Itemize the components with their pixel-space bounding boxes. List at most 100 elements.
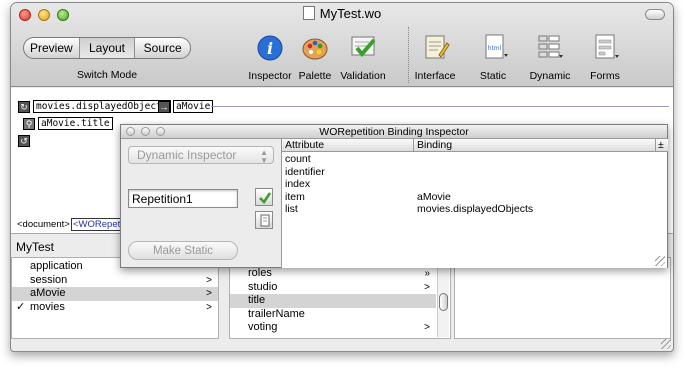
attribute-cell: count — [285, 153, 311, 165]
make-static-button[interactable]: Make Static — [128, 241, 238, 260]
list-item[interactable]: session > — [12, 274, 218, 288]
table-row[interactable]: identifier — [285, 166, 655, 179]
document-icon — [302, 6, 315, 20]
item-binding[interactable]: aMovie — [173, 100, 214, 113]
list-item-label: aMovie — [30, 287, 66, 299]
interface-toolbar-item[interactable]: Interface — [411, 33, 459, 82]
table-row[interactable]: list movies.displayedObjects — [285, 203, 655, 216]
chevron-right-icon: > — [424, 322, 430, 333]
validation-label: Validation — [340, 70, 386, 82]
document-icon — [260, 214, 270, 227]
attribute-cell: identifier — [285, 165, 325, 178]
table-row[interactable]: item aMovie — [285, 191, 655, 204]
inspector-title: WORepetition Binding Inspector — [319, 126, 469, 138]
binding-cell[interactable]: movies.displayedObjects — [417, 203, 533, 215]
list-item[interactable]: studio > — [230, 281, 436, 295]
chevron-right-icon: > — [206, 288, 212, 299]
window-title-text: MyTest.wo — [319, 6, 382, 21]
attribute-cell: list — [285, 203, 298, 216]
repetition-line — [211, 106, 669, 107]
toolbar-toggle-button[interactable] — [645, 9, 665, 20]
list-item-label: application — [30, 260, 83, 272]
chevron-right-icon: > — [424, 281, 430, 293]
attribute-cell: item — [285, 190, 305, 203]
bindings-rows: count identifier index item aMovie list mo… — [285, 153, 655, 216]
column-scrollbar[interactable] — [437, 259, 449, 337]
inspector-label: Inspector — [248, 70, 292, 82]
interface-label: Interface — [414, 70, 456, 82]
forms-label: Forms — [590, 70, 620, 82]
list-item-label: title — [248, 294, 266, 306]
preview-button[interactable]: Preview — [24, 38, 80, 58]
updown-arrows-icon: ▲ ▼ — [260, 148, 268, 165]
attribute-cell: index — [285, 178, 311, 191]
double-chevron-icon: » — [424, 268, 430, 279]
list-item-label: session — [30, 273, 68, 286]
svg-text:i: i — [267, 39, 273, 58]
attribute-column-header[interactable]: Attribute — [282, 139, 414, 152]
displayed-objects-binding[interactable]: movies.displayedObjects — [33, 100, 171, 113]
window-title: MyTest.wo — [11, 6, 673, 21]
repetition-start-icon[interactable]: ↻ — [18, 101, 30, 113]
title-binding[interactable]: aMovie.title — [38, 117, 113, 130]
documentation-button[interactable] — [255, 211, 273, 229]
add-binding-button[interactable]: ± — [655, 139, 668, 152]
toolbar-separator — [408, 27, 409, 83]
list-item-label: movies — [30, 300, 65, 313]
resize-grip[interactable] — [661, 339, 671, 349]
binding-cell[interactable]: aMovie — [417, 191, 451, 203]
validation-toolbar-item[interactable]: Validation — [335, 33, 391, 82]
inspector-titlebar[interactable]: WORepetition Binding Inspector — [121, 125, 667, 139]
inspector-minimize-button[interactable] — [141, 127, 150, 136]
forms-icon — [595, 34, 619, 59]
inspector-mode-value: Dynamic Inspector — [137, 148, 237, 162]
switch-mode-label: Switch Mode — [76, 69, 138, 81]
browser-column-1: application session > aMovie > ✓ movies > — [11, 257, 219, 339]
svg-text:html: html — [488, 45, 502, 52]
dynamic-label: Dynamic — [529, 70, 571, 82]
list-item-selected[interactable]: aMovie > — [12, 287, 218, 301]
static-label: Static — [479, 70, 507, 82]
path-document[interactable]: <document> — [17, 219, 70, 230]
checkmark-icon — [259, 192, 272, 205]
path-repetition[interactable]: <WORepetit — [71, 218, 128, 231]
html-page-icon: html — [485, 34, 508, 59]
dynamic-toolbar-item[interactable]: Dynamic — [527, 33, 573, 82]
inspector-zoom-button[interactable] — [156, 127, 165, 136]
list-item[interactable]: voting > — [230, 321, 436, 335]
repetition-end-icon[interactable]: ↺ — [18, 135, 30, 147]
element-name-field[interactable]: Repetition1 — [128, 189, 238, 208]
string-element-icon[interactable]: ⚲ — [23, 118, 35, 130]
binding-column-header[interactable]: Binding — [414, 139, 655, 152]
forms-toolbar-item[interactable]: Forms — [587, 33, 623, 82]
list-item[interactable]: ✓ movies > — [12, 301, 218, 315]
scrollbar-thumb[interactable] — [439, 293, 448, 311]
table-row[interactable]: count — [285, 153, 655, 166]
static-toolbar-item[interactable]: html Static — [475, 33, 511, 82]
list-item-label: studio — [248, 280, 278, 293]
inspector-mode-popup[interactable]: Dynamic Inspector ▲ ▼ — [128, 146, 274, 165]
title-toolbar: MyTest.wo Preview Layout Source Switch M… — [11, 3, 673, 87]
list-item[interactable]: roles » — [230, 267, 436, 281]
browser-column-2: roles » studio > title trailerName voting > — [229, 257, 451, 339]
browser-header: MyTest — [16, 240, 55, 254]
list-item-label: roles — [248, 267, 272, 279]
chevron-right-icon: > — [206, 301, 212, 313]
apply-name-button[interactable] — [255, 188, 273, 206]
arrow-right-icon: → — [158, 101, 170, 113]
list-item-selected[interactable]: title — [230, 294, 436, 308]
palette-icon — [302, 38, 328, 60]
checkmark-icon: ✓ — [16, 300, 26, 313]
validation-check-icon — [351, 36, 376, 58]
inspector-toolbar-item[interactable]: i Inspector — [245, 35, 295, 82]
palette-toolbar-item[interactable]: Palette — [295, 35, 335, 82]
inspector-close-button[interactable] — [126, 127, 135, 136]
switch-mode-segmented: Preview Layout Source — [23, 37, 191, 59]
chevron-right-icon: > — [206, 274, 212, 286]
list-item-label: trailerName — [248, 307, 305, 320]
table-row[interactable]: index — [285, 178, 655, 191]
inspector-resize-grip[interactable] — [655, 256, 665, 266]
layout-button[interactable]: Layout — [79, 38, 136, 58]
source-button[interactable]: Source — [135, 38, 190, 58]
list-item[interactable]: trailerName — [230, 308, 436, 322]
